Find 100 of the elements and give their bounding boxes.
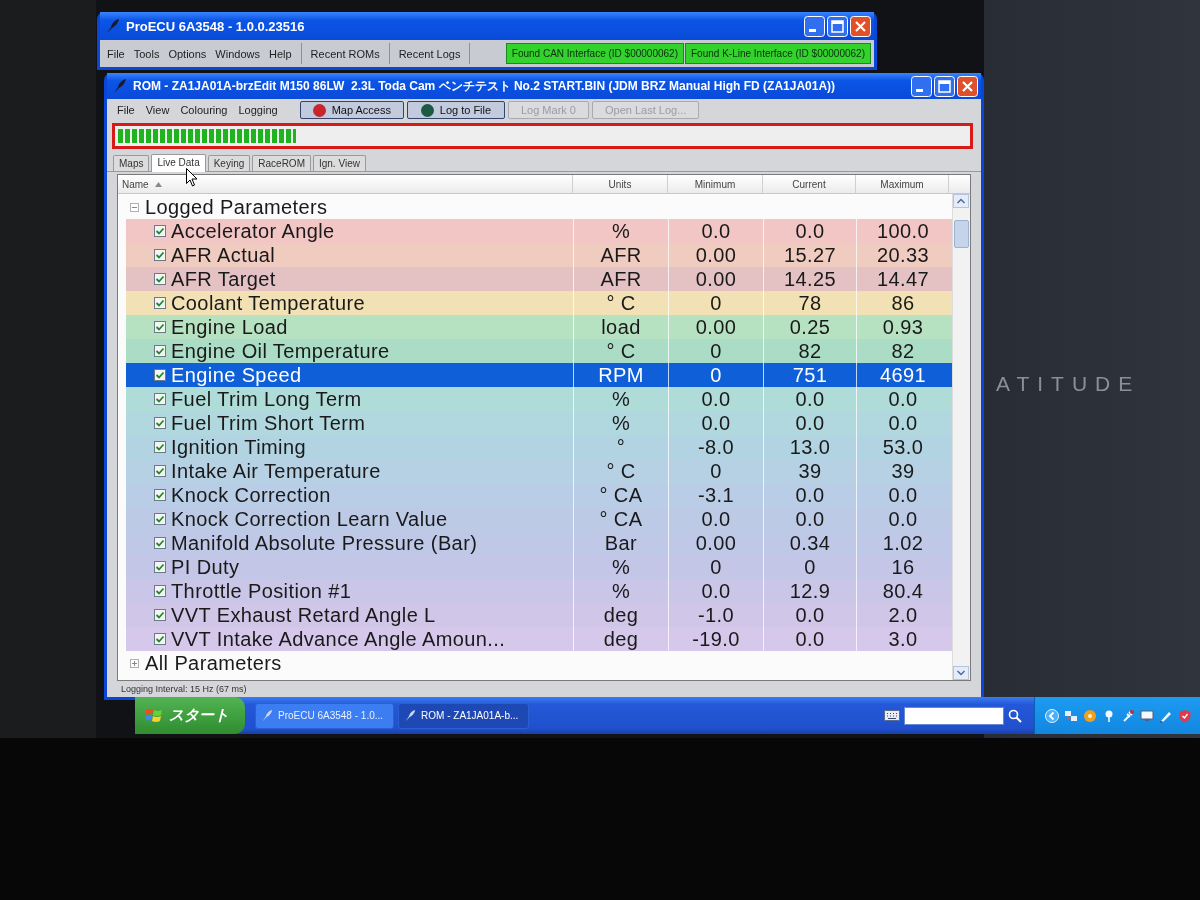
- checkbox[interactable]: [154, 561, 166, 573]
- taskbar-button[interactable]: ProECU 6A3548 - 1.0...: [255, 702, 395, 729]
- parameter-name: Knock Correction Learn Value: [171, 507, 448, 531]
- parameter-row[interactable]: Engine Load load 0.00 0.25 0.93: [126, 315, 952, 339]
- menu-item[interactable]: File: [103, 45, 129, 62]
- parameter-name: Fuel Trim Long Term: [171, 387, 362, 411]
- group-label[interactable]: All Parameters: [145, 651, 282, 675]
- quill-icon: [113, 78, 127, 94]
- disc-icon[interactable]: [1083, 708, 1097, 723]
- window-title: ROM - ZA1JA01A-brzEdit M150 86LW 2.3L Toda Cam ベンチテスト No.2 START.BIN (JDM BRZ Manual High FD (ZA1JA01A)): [133, 77, 837, 95]
- microphone-icon[interactable]: [1121, 708, 1135, 723]
- taskbar-button[interactable]: ROM - ZA1JA01A-b...: [398, 702, 530, 729]
- menu-item[interactable]: File: [113, 103, 139, 117]
- expander-icon[interactable]: [130, 658, 139, 668]
- scroll-up-icon[interactable]: [953, 194, 969, 208]
- parameter-row[interactable]: Knock Correction ° CA -3.1 0.0 0.0: [126, 483, 952, 507]
- parameter-row[interactable]: Intake Air Temperature ° C 0 39 39: [126, 459, 952, 483]
- chevron-icon[interactable]: [1045, 708, 1059, 723]
- checkbox[interactable]: [154, 369, 166, 381]
- minimum-value: 0.0: [701, 388, 731, 410]
- search-field[interactable]: [904, 706, 1004, 725]
- close-icon[interactable]: [957, 75, 978, 97]
- maximize-icon[interactable]: [827, 15, 848, 37]
- parameter-row[interactable]: Accelerator Angle % 0.0 0.0 100.0: [126, 219, 952, 243]
- parameter-row[interactable]: Throttle Position #1 % 0.0 12.9 80.4: [126, 579, 952, 603]
- parameter-name: Knock Correction: [171, 483, 331, 507]
- monitor-icon[interactable]: [1140, 708, 1154, 723]
- parameter-row[interactable]: Engine Oil Temperature ° C 0 82 82: [126, 339, 952, 363]
- network-icon[interactable]: [1064, 708, 1078, 723]
- maximum-value: 0.93: [882, 316, 924, 338]
- unit-label: AFR: [600, 268, 642, 290]
- checkbox[interactable]: [154, 465, 166, 477]
- minimize-icon[interactable]: [911, 75, 932, 97]
- toolbar-button[interactable]: Log to File: [406, 101, 505, 119]
- menu-item[interactable]: Help: [264, 45, 296, 62]
- toolbar-button[interactable]: Recent Logs: [394, 45, 465, 62]
- parameter-name: Ignition Timing: [171, 435, 306, 459]
- current-value: 0.0: [795, 484, 825, 506]
- column-header[interactable]: Current: [763, 175, 856, 193]
- checkbox[interactable]: [154, 297, 166, 309]
- toolbar-button[interactable]: Recent ROMs: [306, 45, 384, 62]
- menu-item[interactable]: Tools: [129, 45, 164, 62]
- checkbox[interactable]: [154, 249, 166, 261]
- parameter-row[interactable]: Coolant Temperature ° C 0 78 86: [126, 291, 952, 315]
- tab[interactable]: Maps: [113, 155, 150, 171]
- parameter-name: Accelerator Angle: [171, 219, 335, 243]
- checkbox[interactable]: [154, 609, 166, 621]
- column-header[interactable]: Maximum: [856, 175, 949, 193]
- checkbox[interactable]: [154, 513, 166, 525]
- menu-item[interactable]: Options: [164, 45, 211, 62]
- checkbox[interactable]: [154, 537, 166, 549]
- parameter-row[interactable]: Knock Correction Learn Value ° CA 0.0 0.0 0.0: [126, 507, 952, 531]
- checkbox[interactable]: [154, 225, 166, 237]
- tab[interactable]: Live Data: [151, 154, 206, 172]
- checkbox[interactable]: [154, 321, 166, 333]
- checkbox[interactable]: [154, 273, 166, 285]
- scrollbar[interactable]: [952, 194, 970, 680]
- column-header[interactable]: Units: [573, 175, 668, 193]
- checkbox[interactable]: [154, 441, 166, 453]
- maximize-icon[interactable]: [934, 75, 955, 97]
- tab[interactable]: RaceROM: [252, 155, 311, 171]
- minimize-icon[interactable]: [804, 15, 825, 37]
- toolbar-button[interactable]: Map Access: [299, 101, 404, 119]
- checkbox[interactable]: [154, 633, 166, 645]
- parameter-row[interactable]: Fuel Trim Short Term % 0.0 0.0 0.0: [126, 411, 952, 435]
- minimum-value: 0.00: [695, 316, 737, 338]
- maximum-value: 20.33: [876, 244, 930, 266]
- parameter-row[interactable]: Manifold Absolute Pressure (Bar) Bar 0.00 0.34 1.02: [126, 531, 952, 555]
- parameter-row[interactable]: AFR Actual AFR 0.00 15.27 20.33: [126, 243, 952, 267]
- menu-item[interactable]: Logging: [234, 103, 282, 117]
- checkbox[interactable]: [154, 345, 166, 357]
- checkbox[interactable]: [154, 489, 166, 501]
- column-header[interactable]: Minimum: [668, 175, 763, 193]
- keyboard-icon[interactable]: [884, 710, 900, 721]
- current-value: 0.0: [795, 412, 825, 434]
- parameter-row[interactable]: VVT Intake Advance Angle Amoun... deg -19.0 0.0 3.0: [126, 627, 952, 651]
- menu-item[interactable]: Windows: [211, 45, 264, 62]
- menu-item[interactable]: View: [141, 103, 174, 117]
- parameter-row[interactable]: AFR Target AFR 0.00 14.25 14.47: [126, 267, 952, 291]
- expander-icon[interactable]: [130, 202, 139, 212]
- maximum-value: 53.0: [882, 436, 924, 458]
- parameter-row[interactable]: Fuel Trim Long Term % 0.0 0.0 0.0: [126, 387, 952, 411]
- checkbox[interactable]: [154, 393, 166, 405]
- scroll-down-icon[interactable]: [953, 666, 969, 680]
- menu-item[interactable]: Colouring: [176, 103, 232, 117]
- checkbox[interactable]: [154, 585, 166, 597]
- maximum-value: 100.0: [876, 220, 930, 242]
- tab[interactable]: Ign. View: [312, 155, 366, 171]
- tab[interactable]: Keying: [207, 155, 251, 171]
- shield-icon[interactable]: [1178, 708, 1192, 723]
- scroll-thumb[interactable]: [954, 220, 969, 248]
- parameter-name: PI Duty: [171, 555, 240, 579]
- parameter-row[interactable]: VVT Exhaust Retard Angle L deg -1.0 0.0 2.0: [126, 603, 952, 627]
- parameter-row[interactable]: Engine Speed RPM 0 751 4691: [126, 363, 952, 387]
- parameter-row[interactable]: Ignition Timing ° -8.0 13.0 53.0: [126, 435, 952, 459]
- checkbox[interactable]: [154, 417, 166, 429]
- search-icon[interactable]: [1008, 708, 1022, 723]
- parameter-row[interactable]: PI Duty % 0 0 16: [126, 555, 952, 579]
- group-label[interactable]: Logged Parameters: [145, 195, 328, 219]
- close-icon[interactable]: [850, 15, 871, 37]
